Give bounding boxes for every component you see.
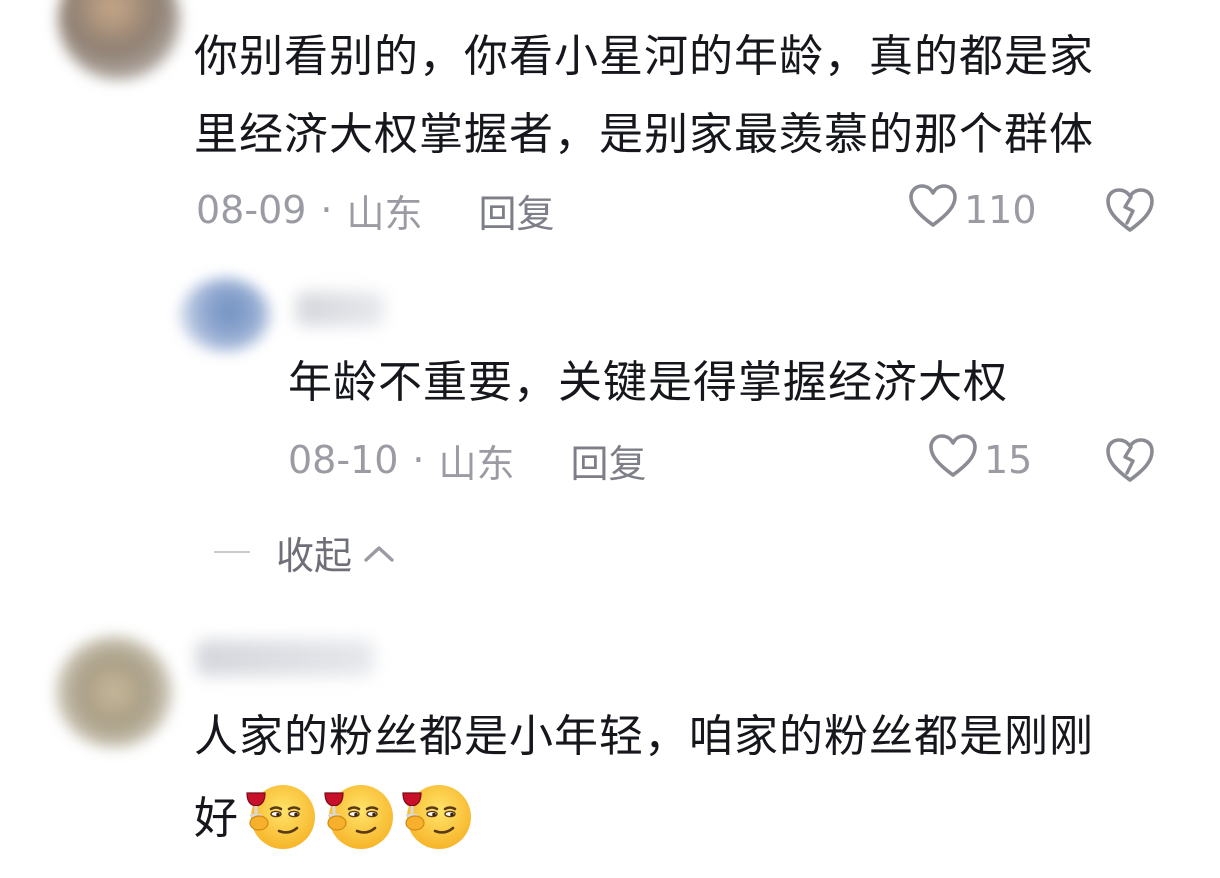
comment-text-line-2: 里经济大权掌握者，是别家最羡慕的那个群体 (194, 109, 1094, 160)
smirk-wine-emoji-icon (399, 779, 473, 853)
replier-avatar[interactable] (180, 278, 270, 352)
like-count: 15 (984, 438, 1033, 482)
heart-outline-icon (928, 433, 984, 488)
dislike-button[interactable] (1104, 186, 1156, 234)
comment-text-line-2: 好 (194, 780, 473, 858)
commenter-avatar[interactable] (56, 636, 172, 748)
collapse-label: 收起 (276, 533, 353, 578)
collapse-replies-button[interactable]: 收起 (214, 524, 396, 580)
comment-text-line-1: 你别看别的，你看小星河的年龄，真的都是家 (194, 31, 1094, 82)
like-button[interactable]: 110 (908, 180, 1037, 240)
heart-outline-icon (908, 183, 964, 238)
comment-date: 08-09 (196, 188, 307, 232)
broken-heart-icon (1104, 438, 1156, 488)
replier-name[interactable] (296, 292, 384, 326)
comment-location: 山东 (346, 191, 423, 236)
emoji-row (239, 785, 473, 849)
reply-button[interactable]: 回复 (571, 433, 647, 488)
like-button[interactable]: 15 (928, 430, 1032, 490)
dislike-button[interactable] (1104, 436, 1156, 484)
reply-button[interactable]: 回复 (479, 183, 555, 238)
broken-heart-icon (1104, 188, 1156, 238)
commenter-avatar[interactable] (58, 0, 180, 80)
collapse-divider (214, 551, 250, 553)
smirk-wine-emoji-icon (243, 779, 317, 853)
reply-date: 08-10 (288, 438, 399, 482)
comment-meta: 08-09 · 山东 回复 (196, 180, 555, 240)
reply-text: 年龄不重要，关键是得掌握经济大权 (288, 357, 1008, 408)
smirk-wine-emoji-icon (321, 779, 395, 853)
like-count: 110 (964, 188, 1037, 232)
chevron-up-icon (352, 530, 396, 574)
comment-text-tail: 好 (194, 793, 239, 844)
comment-text-line-1: 人家的粉丝都是小年轻，咱家的粉丝都是刚刚 (194, 711, 1094, 762)
meta-separator: · (412, 438, 425, 482)
meta-separator: · (320, 188, 333, 232)
commenter-name[interactable] (196, 640, 374, 676)
reply-location: 山东 (438, 441, 515, 486)
reply-meta: 08-10 · 山东 回复 (288, 430, 647, 490)
